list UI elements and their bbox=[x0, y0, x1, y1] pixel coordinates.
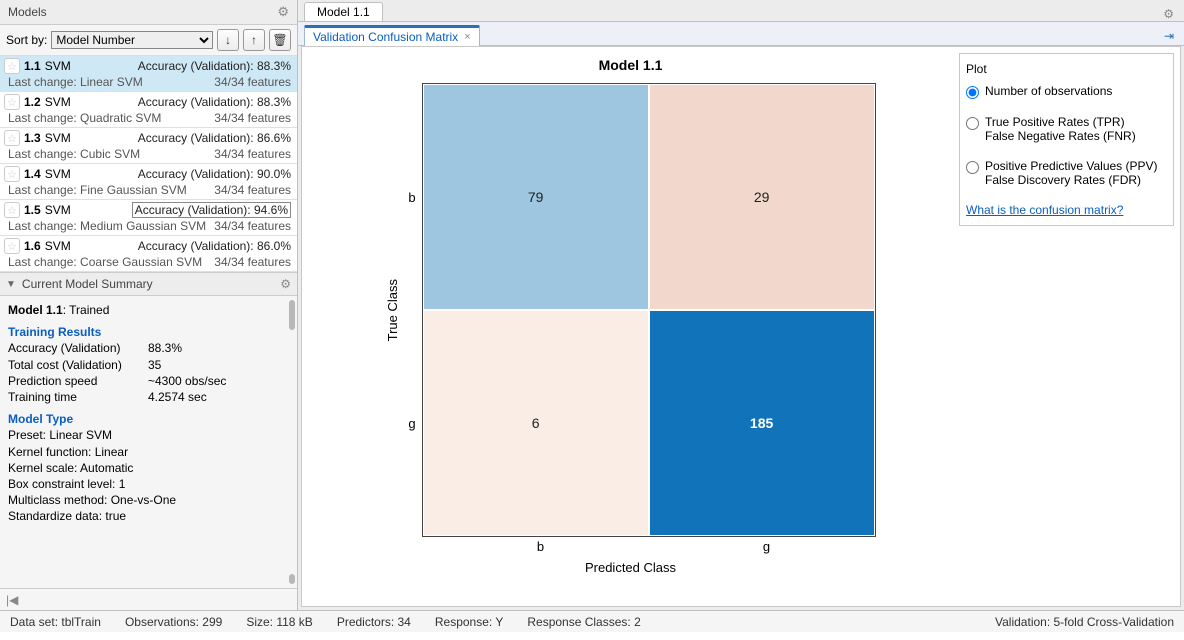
y-axis-label: True Class bbox=[385, 279, 400, 341]
radio-observations[interactable]: Number of observations bbox=[966, 84, 1167, 99]
training-results-title: Training Results bbox=[8, 324, 289, 340]
status-dataset: Data set: tblTrain bbox=[10, 615, 101, 629]
star-icon[interactable]: ☆ bbox=[4, 58, 20, 74]
status-classes: Response Classes: 2 bbox=[527, 615, 640, 629]
model-type-title: Model Type bbox=[8, 411, 289, 427]
matrix-cell: 79 bbox=[423, 84, 649, 310]
models-panel-header: Models ⚙ bbox=[0, 0, 297, 25]
status-size: Size: 118 kB bbox=[246, 615, 312, 629]
y-ticks: b g bbox=[408, 84, 415, 536]
model-item[interactable]: ☆ 1.3 SVM Accuracy (Validation): 86.6% L… bbox=[0, 128, 297, 164]
confusion-matrix-chart: Model 1.1 True Class b g 79 29 6 185 bbox=[302, 47, 959, 606]
bottom-nav: |◀ bbox=[0, 588, 297, 610]
model-item[interactable]: ☆ 1.6 SVM Accuracy (Validation): 86.0% L… bbox=[0, 236, 297, 272]
models-panel-title: Models bbox=[8, 5, 47, 19]
model-item[interactable]: ☆ 1.4 SVM Accuracy (Validation): 90.0% L… bbox=[0, 164, 297, 200]
summary-header[interactable]: ▼ Current Model Summary ⚙ bbox=[0, 272, 297, 296]
star-icon[interactable]: ☆ bbox=[4, 238, 20, 254]
status-response: Response: Y bbox=[435, 615, 504, 629]
status-bar: Data set: tblTrain Observations: 299 Siz… bbox=[0, 610, 1184, 632]
tab-model[interactable]: Model 1.1 bbox=[304, 2, 383, 21]
plot-panel-title: Plot bbox=[966, 62, 1167, 76]
delete-button[interactable]: 🗑 bbox=[269, 29, 291, 51]
model-features: 34/34 features bbox=[214, 75, 291, 89]
radio-ppv-fdr[interactable]: Positive Predictive Values (PPV) False D… bbox=[966, 159, 1167, 187]
gear-icon[interactable]: ⚙ bbox=[1159, 7, 1178, 21]
chart-title: Model 1.1 bbox=[302, 57, 959, 73]
gear-icon[interactable]: ⚙ bbox=[280, 277, 291, 291]
model-type: SVM bbox=[45, 59, 71, 73]
sort-descending-button[interactable]: ↑ bbox=[243, 29, 265, 51]
help-link[interactable]: What is the confusion matrix? bbox=[966, 203, 1123, 217]
status-validation: Validation: 5-fold Cross-Validation bbox=[995, 615, 1174, 629]
star-icon[interactable]: ☆ bbox=[4, 202, 20, 218]
radio-tpr-fnr[interactable]: True Positive Rates (TPR) False Negative… bbox=[966, 115, 1167, 143]
summary-body: Model 1.1: Trained Training Results Accu… bbox=[0, 296, 297, 588]
main-tab-bar: Model 1.1 ⚙ bbox=[298, 0, 1184, 22]
matrix-cell: 29 bbox=[649, 84, 875, 310]
sort-ascending-button[interactable]: ↓ bbox=[217, 29, 239, 51]
model-item[interactable]: ☆ 1.2 SVM Accuracy (Validation): 88.3% L… bbox=[0, 92, 297, 128]
plot-options-panel: Plot Number of observations True Positiv… bbox=[959, 53, 1174, 226]
model-item[interactable]: ☆ 1.5 SVM Accuracy (Validation): 94.6% L… bbox=[0, 200, 297, 236]
summary-title: Current Model Summary bbox=[22, 277, 153, 291]
model-id: 1.1 bbox=[24, 59, 41, 73]
x-axis-label: Predicted Class bbox=[585, 560, 676, 575]
star-icon[interactable]: ☆ bbox=[4, 130, 20, 146]
gear-icon[interactable]: ⚙ bbox=[277, 4, 289, 20]
chevron-down-icon: ▼ bbox=[6, 279, 16, 290]
sort-row: Sort by: Model Number ↓ ↑ 🗑 bbox=[0, 25, 297, 56]
model-item[interactable]: ☆ 1.1 SVM Accuracy (Validation): 88.3% L… bbox=[0, 56, 297, 92]
prev-icon[interactable]: |◀ bbox=[6, 593, 18, 607]
confusion-matrix: 79 29 6 185 bbox=[422, 83, 876, 537]
right-panel: Model 1.1 ⚙ Validation Confusion Matrix … bbox=[298, 0, 1184, 610]
model-list: ☆ 1.1 SVM Accuracy (Validation): 88.3% L… bbox=[0, 56, 297, 272]
star-icon[interactable]: ☆ bbox=[4, 94, 20, 110]
models-panel: Models ⚙ Sort by: Model Number ↓ ↑ 🗑 ☆ 1… bbox=[0, 0, 298, 610]
sort-label: Sort by: bbox=[6, 33, 47, 47]
scrollbar[interactable] bbox=[289, 300, 295, 330]
scrollbar[interactable] bbox=[289, 574, 295, 584]
x-ticks: b g bbox=[428, 537, 880, 554]
close-icon[interactable]: × bbox=[464, 31, 470, 43]
matrix-cell: 6 bbox=[423, 310, 649, 536]
sort-select[interactable]: Model Number bbox=[51, 31, 213, 49]
model-last-change: Last change: Linear SVM bbox=[8, 75, 143, 89]
sub-tab-bar: Validation Confusion Matrix × ⇥ bbox=[298, 22, 1184, 46]
tab-confusion-matrix[interactable]: Validation Confusion Matrix × bbox=[304, 25, 480, 47]
star-icon[interactable]: ☆ bbox=[4, 166, 20, 182]
matrix-cell: 185 bbox=[649, 310, 875, 536]
expand-icon[interactable]: ⇥ bbox=[1160, 29, 1178, 43]
status-observations: Observations: 299 bbox=[125, 615, 222, 629]
status-predictors: Predictors: 34 bbox=[337, 615, 411, 629]
